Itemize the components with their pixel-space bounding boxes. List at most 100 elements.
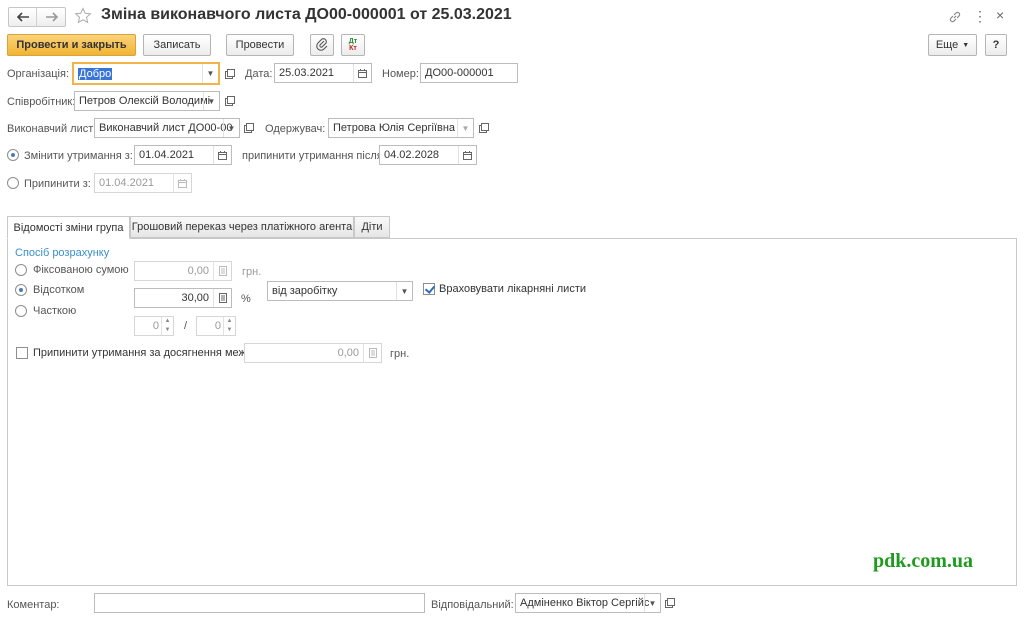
sick-leave-checkbox[interactable] bbox=[423, 283, 435, 295]
dropdown-arrow-icon[interactable]: ▼ bbox=[203, 92, 219, 110]
stop-after-label: припинити утримання після: bbox=[242, 150, 386, 162]
share-numerator-stepper[interactable]: 0 ▲ ▼ bbox=[134, 316, 174, 336]
employee-value: Петров Олексій Володимі bbox=[79, 95, 211, 107]
watermark-logo: pdk.com.ua bbox=[873, 550, 974, 572]
dropdown-arrow-icon[interactable]: ▼ bbox=[457, 119, 473, 137]
more-button[interactable]: Еще ▼ bbox=[928, 34, 977, 56]
favorite-star-icon[interactable] bbox=[74, 7, 92, 28]
nav-buttons bbox=[8, 7, 66, 27]
link-icon[interactable] bbox=[948, 10, 962, 27]
open-employee-icon[interactable] bbox=[222, 91, 238, 111]
fixed-amount-value: 0,00 bbox=[187, 265, 209, 277]
limit-currency-label: грн. bbox=[390, 348, 410, 360]
percent-unit-label: % bbox=[241, 293, 251, 305]
chevron-down-icon: ▼ bbox=[962, 41, 970, 49]
fixed-amount-field[interactable]: 0,00 bbox=[134, 261, 232, 281]
calendar-icon[interactable] bbox=[213, 146, 231, 164]
share-numerator-value: 0 bbox=[152, 320, 159, 332]
calendar-icon[interactable] bbox=[353, 64, 371, 82]
change-from-radio[interactable] bbox=[7, 149, 19, 161]
responsible-value: Адміненко Віктор Сергійс bbox=[520, 597, 650, 609]
calc-method-title: Спосіб розрахунку bbox=[15, 247, 110, 259]
window-title: Зміна виконавчого листа ДО00-000001 от 2… bbox=[101, 6, 512, 23]
share-denominator-value: 0 bbox=[214, 320, 221, 332]
number-value: ДО00-000001 bbox=[425, 67, 494, 79]
sick-leave-label: Враховувати лікарняні листи bbox=[439, 283, 587, 295]
org-field[interactable]: Добро ▼ bbox=[72, 62, 220, 85]
responsible-field[interactable]: Адміненко Віктор Сергійс ▼ bbox=[515, 593, 661, 613]
org-value: Добро bbox=[78, 67, 113, 80]
dropdown-arrow-icon[interactable]: ▼ bbox=[202, 64, 218, 83]
date-field[interactable]: 25.03.2021 bbox=[274, 63, 372, 83]
employee-field[interactable]: Петров Олексій Володимі ▼ bbox=[74, 91, 220, 111]
share-label: Часткою bbox=[33, 305, 77, 317]
post-button[interactable]: Провести bbox=[226, 34, 294, 56]
dropdown-arrow-icon[interactable]: ▼ bbox=[644, 594, 660, 612]
fixed-amount-label: Фіксованою сумою bbox=[33, 264, 129, 276]
help-button[interactable]: ? bbox=[985, 34, 1007, 56]
dropdown-arrow-icon[interactable]: ▼ bbox=[223, 119, 239, 137]
recipient-label: Одержувач: bbox=[265, 123, 326, 135]
tab-change-details[interactable]: Відомості зміни група bbox=[7, 216, 130, 239]
stop-after-date-field[interactable]: 04.02.2028 bbox=[379, 145, 477, 165]
tab-children[interactable]: Діти bbox=[354, 216, 390, 238]
share-radio[interactable] bbox=[15, 305, 27, 317]
fixed-amount-radio[interactable] bbox=[15, 264, 27, 276]
base-select[interactable]: від заробітку ▼ bbox=[267, 281, 413, 301]
limit-label: Припинити утримання за досягнення межі bbox=[33, 347, 249, 359]
open-recipient-icon[interactable] bbox=[476, 118, 492, 138]
writ-value: Виконавчий лист ДО00-00 bbox=[99, 122, 233, 134]
percent-field[interactable]: 30,00 bbox=[134, 288, 232, 308]
change-from-label: Змінити утримання з: bbox=[24, 150, 133, 162]
save-button[interactable]: Записать bbox=[143, 34, 211, 56]
stop-from-date-field[interactable]: 01.04.2021 bbox=[94, 173, 192, 193]
open-responsible-icon[interactable] bbox=[662, 593, 678, 613]
forward-arrow-icon[interactable] bbox=[38, 8, 66, 26]
comment-field[interactable] bbox=[94, 593, 425, 613]
calendar-icon[interactable] bbox=[173, 174, 191, 192]
back-arrow-icon[interactable] bbox=[9, 8, 37, 26]
dt-kt-icon: Дт Кт bbox=[348, 38, 358, 52]
change-from-date-field[interactable]: 01.04.2021 bbox=[134, 145, 232, 165]
stepper-arrows-icon[interactable]: ▲ ▼ bbox=[223, 317, 235, 335]
recipient-value: Петрова Юлія Сергіївна bbox=[333, 122, 456, 134]
paperclip-icon bbox=[316, 37, 328, 54]
org-label: Організація: bbox=[7, 68, 69, 80]
number-label: Номер: bbox=[382, 68, 419, 80]
calculator-icon[interactable] bbox=[213, 262, 231, 280]
share-separator: / bbox=[184, 320, 188, 332]
number-field[interactable]: ДО00-000001 bbox=[420, 63, 518, 83]
post-and-close-button[interactable]: Провести и закрыть bbox=[7, 34, 136, 56]
attach-button[interactable] bbox=[310, 34, 334, 56]
limit-amount-field[interactable]: 0,00 bbox=[244, 343, 382, 363]
percent-radio[interactable] bbox=[15, 284, 27, 296]
fixed-currency-label: грн. bbox=[242, 266, 262, 278]
more-vertical-icon[interactable]: ⋮ bbox=[973, 9, 987, 23]
calculator-icon[interactable] bbox=[213, 289, 231, 307]
close-icon[interactable]: × bbox=[996, 8, 1004, 22]
dropdown-arrow-icon[interactable]: ▼ bbox=[396, 282, 412, 300]
tab-payment-agent[interactable]: Грошовий переказ через платіжного агента bbox=[130, 216, 354, 238]
limit-amount-value: 0,00 bbox=[337, 347, 359, 359]
limit-checkbox[interactable] bbox=[16, 347, 28, 359]
date-label: Дата: bbox=[245, 68, 273, 80]
open-writ-icon[interactable] bbox=[241, 118, 257, 138]
percent-label: Відсотком bbox=[33, 284, 85, 296]
open-org-icon[interactable] bbox=[222, 64, 238, 84]
percent-value: 30,00 bbox=[181, 292, 209, 304]
more-button-label: Еще bbox=[935, 39, 959, 51]
responsible-label: Відповідальний: bbox=[431, 599, 514, 611]
employee-label: Співробітник: bbox=[7, 96, 76, 108]
writ-field[interactable]: Виконавчий лист ДО00-00 ▼ bbox=[94, 118, 240, 138]
stop-from-label: Припинити з: bbox=[24, 178, 91, 190]
writ-label: Виконавчий лист: bbox=[7, 123, 97, 135]
comment-label: Коментар: bbox=[7, 599, 60, 611]
calendar-icon[interactable] bbox=[458, 146, 476, 164]
recipient-field[interactable]: Петрова Юлія Сергіївна ▼ bbox=[328, 118, 474, 138]
stop-from-radio[interactable] bbox=[7, 177, 19, 189]
share-denominator-stepper[interactable]: 0 ▲ ▼ bbox=[196, 316, 236, 336]
stepper-arrows-icon[interactable]: ▲ ▼ bbox=[161, 317, 173, 335]
dt-kt-button[interactable]: Дт Кт bbox=[341, 34, 365, 56]
calculator-icon[interactable] bbox=[363, 344, 381, 362]
base-select-value: від заробітку bbox=[272, 285, 338, 297]
